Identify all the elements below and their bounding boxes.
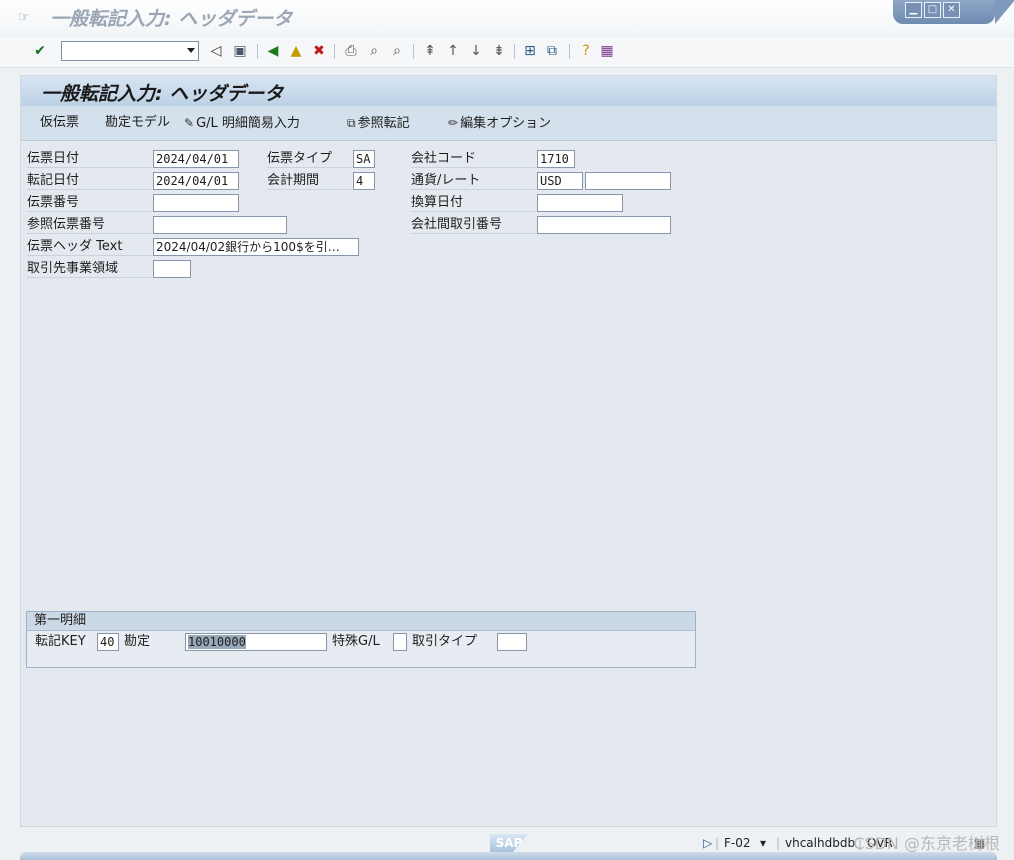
window-controls: ▁ □ ✕ [893,0,1014,24]
account-field[interactable]: 10010000 [185,633,327,651]
window-bottom-edge [20,852,997,860]
toolbar-separator [334,44,335,59]
first-line-group: 第一明細 転記KEY 40 勘定 10010000 特殊G/L 取引タイプ [26,611,696,668]
intercompany-label: 会社間取引番号 [411,215,535,234]
chevron-down-icon[interactable] [187,48,195,53]
account-value: 10010000 [188,635,246,649]
toolbar-separator [257,44,258,59]
maximize-icon[interactable]: □ [924,2,941,18]
gl-fast-entry-button[interactable]: ✎ G/L 明細簡易入力 [184,114,300,132]
edit-list-icon: ✎ [184,116,195,130]
intercompany-field[interactable] [537,216,671,234]
application-toolbar: 仮伝票 勘定モデル ✎ G/L 明細簡易入力 ⧉ 参照転記 ✏ 編集オプション [21,106,996,141]
exit-icon[interactable]: ▲ [287,43,305,59]
account-label: 勘定 [124,634,151,649]
transaction-type-label: 取引タイプ [412,634,478,649]
park-document-button[interactable]: 仮伝票 [40,114,79,132]
collapse-arrow-icon[interactable]: ◁ [210,43,222,59]
post-date-field[interactable]: 2024/04/01 [153,172,239,190]
status-expand-icon[interactable]: ▷ [703,836,712,850]
translation-date-field[interactable] [537,194,623,212]
toolbar-separator [569,44,570,59]
company-code-label: 会社コード [411,149,535,168]
doc-date-label: 伝票日付 [27,149,151,168]
park-document-label: 仮伝票 [40,115,80,130]
layout-menu-icon[interactable]: ▦ [598,43,616,59]
trading-partner-field[interactable] [153,260,191,278]
special-gl-label: 特殊G/L [332,634,380,649]
editing-options-button[interactable]: ✏ 編集オプション [448,114,551,132]
editing-options-label: 編集オプション [460,116,552,131]
cancel-icon[interactable]: ✖ [310,43,328,59]
doc-type-label: 伝票タイプ [267,149,351,168]
doc-number-field[interactable] [153,194,239,212]
screen-title: 一般転記入力: ヘッダデータ [41,83,284,105]
back-icon[interactable]: ◀ [264,43,282,59]
status-separator: | [776,836,781,850]
toolbar-separator [514,44,515,59]
translation-date-label: 換算日付 [411,193,535,212]
special-gl-field[interactable] [393,633,407,651]
screen-header: 一般転記入力: ヘッダデータ [21,76,996,106]
trading-partner-label: 取引先事業領域 [27,259,151,278]
status-separator: | [715,836,720,850]
copy-icon: ⧉ [347,116,356,130]
period-label: 会計期間 [267,171,351,190]
new-session-icon[interactable]: ⊞ [521,43,539,59]
help-icon[interactable]: ? [577,43,595,59]
print-icon[interactable]: ⎙ [342,43,360,59]
ref-doc-label: 参照伝票番号 [27,215,151,234]
post-with-reference-label: 参照転記 [357,116,410,131]
server-name: vhcalhdbdb [785,836,856,850]
doc-number-label: 伝票番号 [27,193,151,212]
pencil-icon: ✏ [448,116,459,130]
gl-fast-entry-label: G/L 明細簡易入力 [196,116,300,131]
ref-doc-field[interactable] [153,216,287,234]
doc-date-field[interactable]: 2024/04/01 [153,150,239,168]
minimize-icon[interactable]: ▁ [905,2,922,18]
transaction-type-field[interactable] [497,633,527,651]
command-field[interactable] [61,41,199,61]
next-page-icon[interactable]: ↓ [467,43,485,59]
period-field[interactable]: 4 [353,172,375,190]
find-next-icon[interactable]: ⌕ [388,43,406,59]
sap-logo: SAP [490,834,528,852]
transaction-code: F-02 [724,836,751,850]
find-icon[interactable]: ⌕ [365,43,383,59]
last-page-icon[interactable]: ⇟ [490,43,508,59]
first-line-title: 第一明細 [34,613,87,628]
close-icon[interactable]: ✕ [943,2,960,18]
previous-page-icon[interactable]: ↑ [444,43,462,59]
standard-toolbar: ✔ ◁ ▣ ◀ ▲ ✖ ⎙ ⌕ ⌕ ⇞ ↑ ↓ ⇟ ⊞ ⧉ ? ▦ [0,37,1014,68]
currency-label: 通貨/レート [411,171,535,190]
enter-check-icon[interactable]: ✔ [32,43,48,59]
exchange-rate-field[interactable] [585,172,671,190]
first-page-icon[interactable]: ⇞ [421,43,439,59]
window-titlebar: ☞ 一般転記入力: ヘッダデータ ▁ □ ✕ [0,0,1014,36]
toolbar-separator [413,44,414,59]
save-icon[interactable]: ▣ [231,43,249,59]
first-line-header: 第一明細 [27,612,695,631]
account-model-label: 勘定モデル [105,115,171,130]
doc-type-field[interactable]: SA [353,150,375,168]
window-title: 一般転記入力: ヘッダデータ [50,8,293,30]
shortcut-icon[interactable]: ⧉ [543,43,561,59]
main-screen: 一般転記入力: ヘッダデータ 仮伝票 勘定モデル ✎ G/L 明細簡易入力 ⧉ 参照… [20,75,997,827]
company-code-field[interactable]: 1710 [537,150,575,168]
posting-key-label: 転記KEY [35,634,86,649]
chevron-down-icon[interactable]: ▾ [760,836,766,850]
watermark: CSDN @东京老树根 [853,834,1000,853]
post-date-label: 転記日付 [27,171,151,190]
currency-field[interactable]: USD [537,172,583,190]
post-with-reference-button[interactable]: ⧉ 参照転記 [347,114,410,132]
window-menu-icon[interactable]: ☞ [18,11,34,25]
account-model-button[interactable]: 勘定モデル [105,114,170,132]
header-text-field[interactable]: 2024/04/02銀行から100$を引… [153,238,359,256]
header-text-label: 伝票ヘッダ Text [27,237,151,256]
posting-key-field[interactable]: 40 [97,633,119,651]
